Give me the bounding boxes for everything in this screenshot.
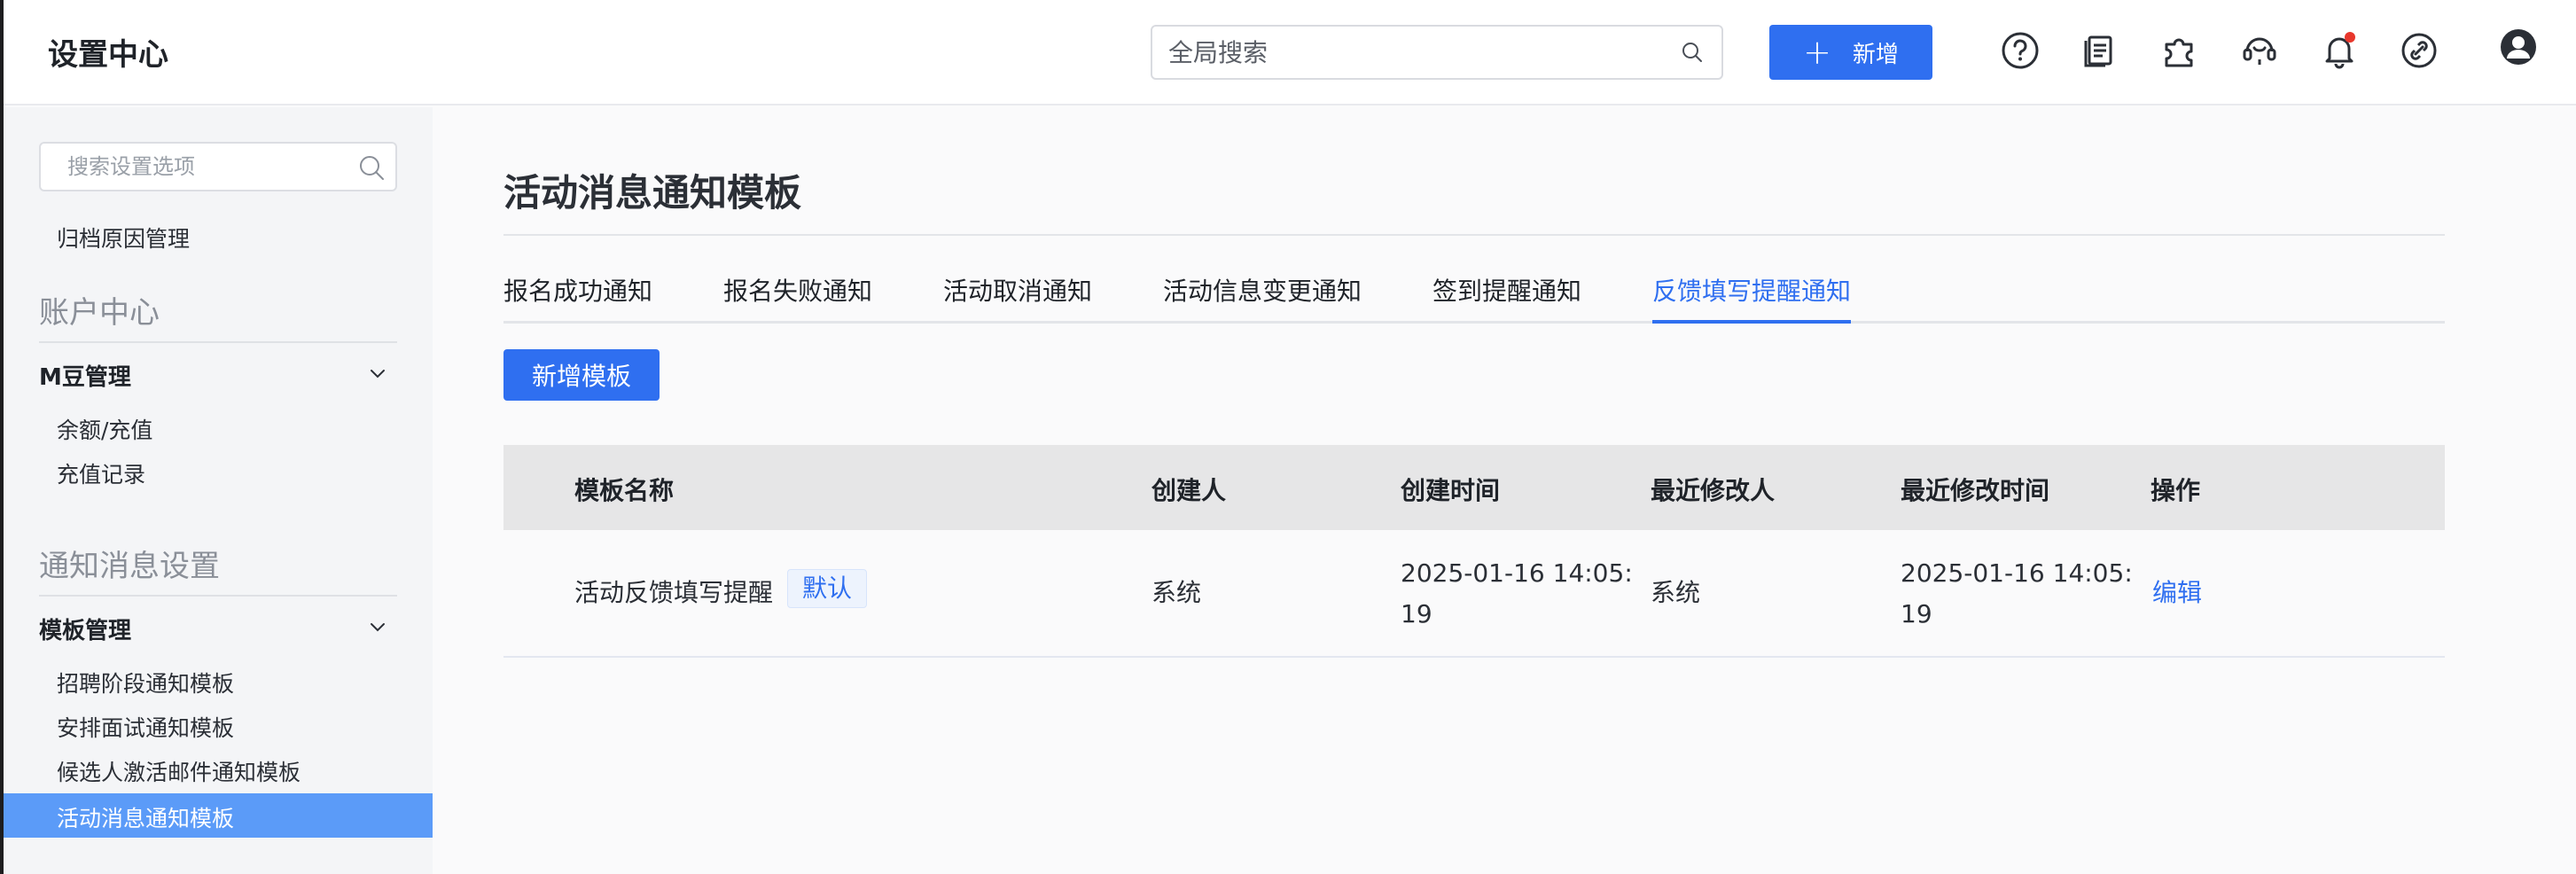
app-title: 设置中心 (48, 37, 168, 73)
title-divider (503, 234, 2445, 236)
default-badge: 默认 (787, 569, 868, 608)
sidebar-item-candidate-activation[interactable]: 候选人激活邮件通知模板 (57, 755, 301, 787)
sidebar-item-interview[interactable]: 安排面试通知模板 (57, 711, 234, 743)
support-agent-icon[interactable] (2239, 30, 2280, 71)
add-new-button[interactable]: + 新增 (1769, 25, 1932, 80)
user-avatar-icon[interactable] (2498, 27, 2539, 67)
link-icon[interactable] (2399, 30, 2439, 71)
tab-checkin-reminder[interactable]: 签到提醒通知 (1432, 272, 1581, 308)
sidebar-item-activity-templates[interactable]: 活动消息通知模板 (4, 793, 433, 838)
notification-dot (2345, 32, 2355, 43)
sidebar-item-balance[interactable]: 余额/充值 (57, 413, 152, 445)
column-header: 创建人 (1151, 476, 1227, 505)
template-name: 活动反馈填写提醒 (574, 578, 774, 607)
templates-table: 模板名称 创建人 创建时间 最近修改人 最近修改时间 操作 活动反馈填写提醒 默… (503, 445, 2445, 658)
modified-time-cell: 2025-01-16 14:05: 19 (1901, 553, 2133, 635)
search-icon[interactable] (356, 152, 386, 183)
bell-icon[interactable] (2319, 30, 2360, 71)
edit-link[interactable]: 编辑 (2152, 573, 2202, 613)
tab-signup-failure[interactable]: 报名失败通知 (723, 272, 872, 308)
sidebar-item-archive-reasons[interactable]: 归档原因管理 (57, 222, 190, 254)
tab-activity-change[interactable]: 活动信息变更通知 (1163, 272, 1362, 308)
add-new-label: 新增 (1852, 41, 1899, 68)
top-header: 设置中心 + 新增 (4, 0, 2576, 105)
document-icon[interactable] (2080, 30, 2120, 71)
search-icon[interactable] (1679, 39, 1706, 66)
sidebar-item-recharge-records[interactable]: 充值记录 (57, 457, 145, 489)
column-header: 创建时间 (1401, 476, 1501, 505)
sidebar-group-templates[interactable]: 模板管理 (39, 609, 397, 644)
column-header: 模板名称 (574, 476, 675, 505)
sidebar-group-label: M豆管理 (39, 364, 131, 391)
modified-time-line: 19 (1901, 599, 1932, 628)
help-circle-icon[interactable] (2000, 30, 2041, 71)
created-time-cell: 2025-01-16 14:05: 19 (1401, 553, 1633, 635)
plus-icon: + (1803, 33, 1831, 72)
column-header: 最近修改人 (1651, 476, 1776, 505)
active-tab-indicator (1652, 320, 1851, 324)
new-template-button[interactable]: 新增模板 (503, 349, 660, 401)
column-header: 操作 (2151, 476, 2201, 505)
creator-cell: 系统 (1151, 578, 1202, 607)
sidebar-search-input[interactable] (67, 144, 360, 190)
global-search[interactable] (1151, 25, 1723, 80)
column-header: 最近修改时间 (1901, 476, 2050, 505)
tab-activity-cancel[interactable]: 活动取消通知 (943, 272, 1092, 308)
global-search-input[interactable] (1168, 27, 1665, 78)
chevron-down-icon (371, 370, 385, 378)
sidebar-section-title: 账户中心 (39, 295, 160, 331)
page-title: 活动消息通知模板 (503, 171, 802, 215)
sidebar-divider (39, 341, 397, 343)
created-time-line: 2025-01-16 14:05: (1401, 558, 1633, 588)
sidebar-search[interactable] (39, 142, 397, 191)
sidebar-group-label: 模板管理 (39, 618, 132, 644)
sidebar-group-mdou[interactable]: M豆管理 (39, 355, 397, 391)
sidebar-section-title: 通知消息设置 (39, 549, 220, 584)
tab-signup-success[interactable]: 报名成功通知 (503, 272, 652, 308)
sidebar-item-label: 活动消息通知模板 (57, 806, 235, 831)
chevron-down-icon (371, 623, 385, 632)
sidebar: 归档原因管理 账户中心 M豆管理 余额/充值 充值记录 通知消息设置 模板管理 … (4, 107, 433, 874)
sidebar-item-recruit-stage[interactable]: 招聘阶段通知模板 (57, 667, 234, 698)
table-row: 活动反馈填写提醒 默认 系统 2025-01-16 14:05: 19 系统 2… (503, 530, 2445, 658)
tab-feedback-reminder[interactable]: 反馈填写提醒通知 (1652, 272, 1851, 308)
table-header: 模板名称 创建人 创建时间 最近修改人 最近修改时间 操作 (503, 445, 2445, 530)
modified-time-line: 2025-01-16 14:05: (1901, 558, 2133, 588)
created-time-line: 19 (1401, 599, 1432, 628)
sidebar-divider (39, 595, 397, 597)
tabs-divider (503, 321, 2445, 324)
puzzle-icon[interactable] (2159, 30, 2200, 71)
modifier-cell: 系统 (1651, 578, 1701, 607)
